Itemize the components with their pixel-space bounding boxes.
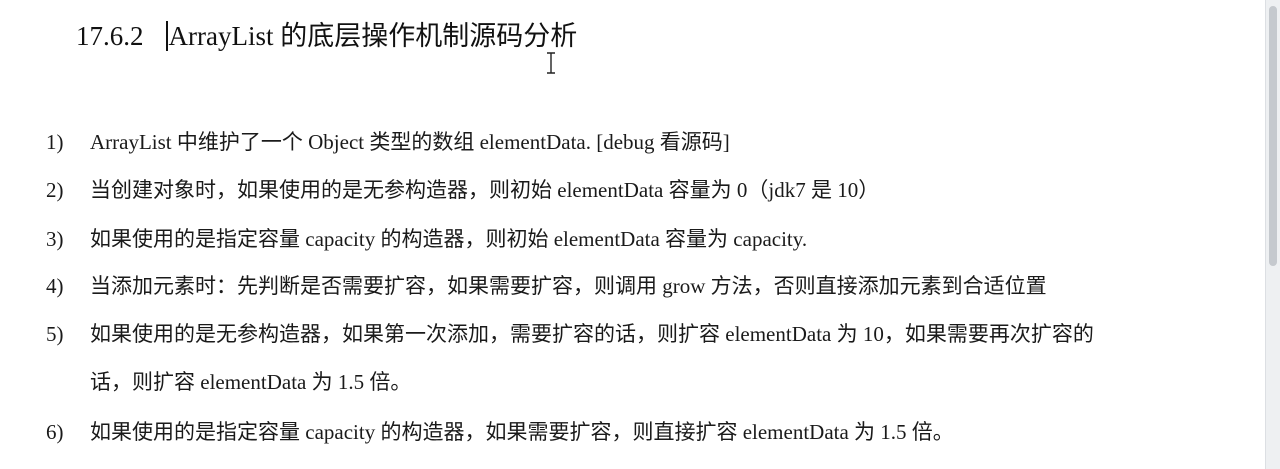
list-item-text: 当添加元素时：先判断是否需要扩容，如果需要扩容，则调用 grow 方法，否则直接… <box>90 274 1047 298</box>
list-item-index: 6) <box>46 420 64 444</box>
list-item-index: 5) <box>46 322 64 346</box>
document-page: 17.6.2 ArrayList 的底层操作机制源码分析 1) ArrayList… <box>0 0 1266 469</box>
ibeam-cursor-icon <box>547 52 555 74</box>
list-item-index: 3) <box>46 227 64 251</box>
list-item-index: 2) <box>46 178 64 202</box>
list-item-index: 1) <box>46 130 64 154</box>
list-item-text: 当创建对象时，如果使用的是无参构造器，则初始 elementData 容量为 0… <box>90 178 880 202</box>
section-title: ArrayList 的底层操作机制源码分析 <box>168 21 578 51</box>
section-number: 17.6.2 <box>76 21 144 51</box>
list-item-text: 如果使用的是无参构造器，如果第一次添加，需要扩容的话，则扩容 elementDa… <box>90 322 1094 346</box>
section-heading: 17.6.2 ArrayList 的底层操作机制源码分析 <box>76 16 577 56</box>
list-item-text: ArrayList 中维护了一个 Object 类型的数组 elementDat… <box>90 130 730 154</box>
list-item-text: 如果使用的是指定容量 capacity 的构造器，如果需要扩容，则直接扩容 el… <box>90 420 954 444</box>
vertical-scrollbar[interactable] <box>1265 0 1280 469</box>
text-caret <box>165 21 168 51</box>
scrollbar-thumb[interactable] <box>1269 6 1277 266</box>
list-item-text: 话，则扩容 elementData 为 1.5 倍。 <box>90 370 412 394</box>
list-item-text: 如果使用的是指定容量 capacity 的构造器，则初始 elementData… <box>90 227 808 251</box>
list-item-index: 4) <box>46 274 64 298</box>
